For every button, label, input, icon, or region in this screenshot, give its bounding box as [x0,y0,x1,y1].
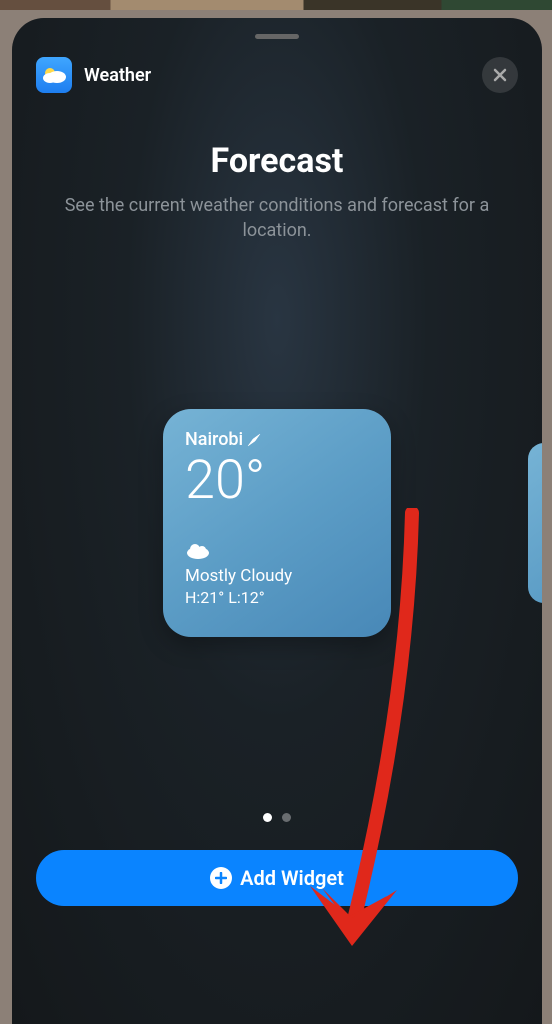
sheet-grabber[interactable] [255,34,299,39]
widget-config-sheet: Weather Forecast See the current weather… [12,18,542,1024]
add-widget-label: Add Widget [240,866,344,890]
background-peek [0,0,552,10]
plus-circle-icon [210,867,232,889]
app-name: Weather [84,65,151,86]
page-dot-2[interactable] [282,813,291,822]
widget-low-label: L: [228,588,241,607]
close-button[interactable] [482,57,518,93]
widget-condition: Mostly Cloudy [185,566,369,586]
page-title: Forecast [12,141,542,181]
add-widget-button[interactable]: Add Widget [36,850,518,906]
cloud-icon [185,540,369,564]
sheet-header: Weather [12,57,542,93]
location-arrow-icon [247,433,261,447]
widget-location-text: Nairobi [185,429,243,450]
widget-high-label: H: [185,588,200,607]
weather-app-icon [36,57,72,93]
widget-high-low: H:21° L:12° [185,588,369,607]
widget-high: 21° [200,588,224,607]
close-icon [492,67,508,83]
weather-icon [41,66,67,84]
widget-preview-small: Nairobi 20° Mostly Cloudy H:21° L: [163,409,391,637]
page-dots [12,813,542,822]
page-subtitle: See the current weather conditions and f… [12,193,542,243]
page-dot-1[interactable] [263,813,272,822]
widget-temperature: 20° [185,454,369,508]
widget-location: Nairobi [185,429,369,450]
widget-low: 12° [241,588,265,607]
next-widget-peek [528,443,542,603]
widget-preview-carousel[interactable]: Nairobi 20° Mostly Cloudy H:21° L: [12,403,542,643]
